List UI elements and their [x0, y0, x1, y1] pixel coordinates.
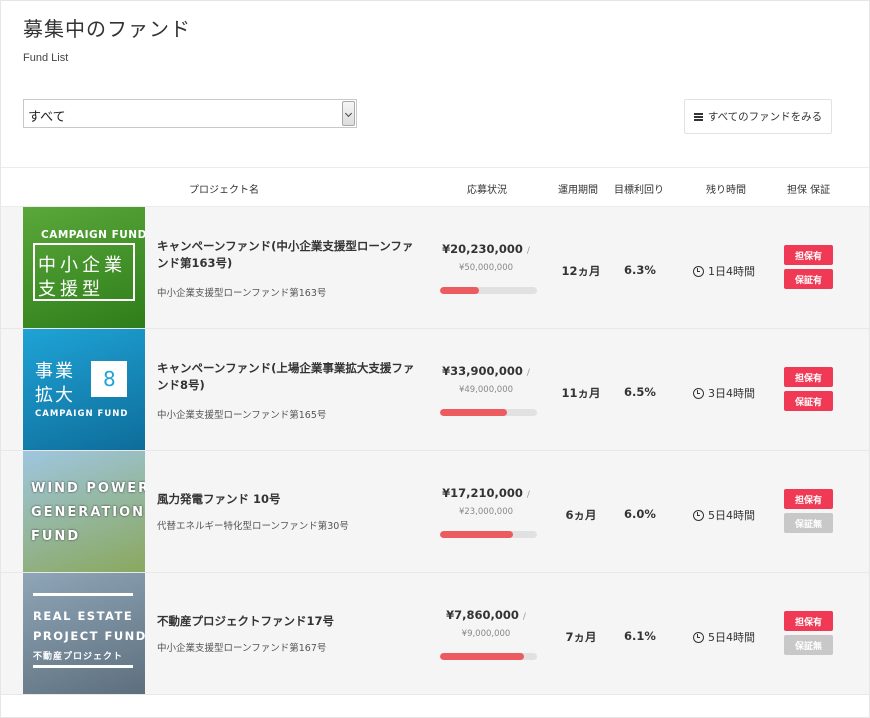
fund-name-link[interactable]: 不動産プロジェクトファンド17号 — [157, 613, 419, 630]
remaining-time-value: 1日4時間 — [708, 265, 755, 278]
list-icon — [693, 112, 703, 121]
remaining-time-value: 3日4時間 — [708, 387, 755, 400]
fund-row[interactable]: WIND POWER GENERATION FUND 風力発電ファンド 10号 代替… — [1, 451, 869, 573]
target-yield: 6.5% — [624, 385, 656, 399]
progress-fill — [440, 653, 525, 660]
thumbnail-rule — [33, 593, 133, 596]
fund-name-link[interactable]: キャンペーンファンド(上場企業事業拡大支援ファンド8号) — [157, 360, 419, 394]
raised-amount-value: ¥20,230,000 — [442, 242, 523, 256]
view-all-funds-label: すべてのファンドをみる — [707, 111, 823, 123]
raised-amount-value: ¥33,900,000 — [442, 364, 523, 378]
progress-fill — [440, 287, 479, 294]
fund-subname: 中小企業支援型ローンファンド第167号 — [157, 643, 327, 654]
collateral-badge: 担保有 — [784, 245, 833, 265]
thumbnail-rule — [33, 665, 133, 668]
thumbnail-text: GENERATION — [31, 505, 145, 520]
raised-amount: ¥20,230,000 / — [431, 242, 541, 256]
thumbnail-text: 拡大 — [35, 385, 75, 406]
header-collateral: 担保 保証 — [787, 185, 831, 196]
remaining-time-value: 5日4時間 — [708, 631, 755, 644]
clock-icon — [693, 387, 704, 399]
fund-subname: 中小企業支援型ローンファンド第165号 — [157, 410, 327, 421]
view-all-funds-button[interactable]: すべてのファンドをみる — [684, 99, 832, 134]
amount-separator: / — [526, 490, 530, 500]
amount-separator: / — [526, 246, 530, 256]
fund-thumbnail[interactable]: WIND POWER GENERATION FUND — [23, 451, 145, 572]
fund-name-link[interactable]: 風力発電ファンド 10号 — [157, 491, 419, 508]
guarantee-badge: 保証無 — [784, 513, 833, 533]
clock-icon — [693, 631, 704, 643]
progress-fill — [440, 531, 513, 538]
target-yield: 6.0% — [624, 507, 656, 521]
target-yield: 6.3% — [624, 263, 656, 277]
table-header: プロジェクト名 応募状況 運用期間 目標利回り 残り時間 担保 保証 — [1, 167, 869, 207]
progress-bar — [440, 653, 537, 660]
header-status: 応募状況 — [467, 185, 507, 196]
amount-separator: / — [522, 612, 526, 622]
filter-selected-value: すべて — [28, 110, 66, 125]
fund-row[interactable]: REAL ESTATE PROJECT FUND 不動産プロジェクト 不動産プロジェ… — [1, 573, 869, 695]
thumbnail-text: PROJECT FUND — [33, 629, 145, 643]
chevron-down-icon[interactable] — [342, 101, 355, 126]
fund-thumbnail[interactable]: CAMPAIGN FUND 中小企業支援型 — [23, 207, 145, 328]
raised-amount-value: ¥7,860,000 — [446, 608, 519, 622]
clock-icon — [693, 509, 704, 521]
thumbnail-text: CAMPAIGN FUND — [41, 229, 145, 241]
fund-subname: 中小企業支援型ローンファンド第163号 — [157, 288, 327, 299]
progress-bar — [440, 409, 537, 416]
thumbnail-text: REAL ESTATE — [33, 609, 134, 623]
header-project: プロジェクト名 — [189, 185, 259, 196]
fund-thumbnail[interactable]: 事業拡大 8 CAMPAIGN FUND — [23, 329, 145, 450]
fund-name-link[interactable]: キャンペーンファンド(中小企業支援型ローンファンド第163号) — [157, 238, 419, 272]
remaining-time: 1日4時間 — [693, 263, 755, 279]
progress-bar — [440, 531, 537, 538]
header-remaining: 残り時間 — [706, 185, 746, 196]
header-rate: 目標利回り — [614, 185, 664, 196]
progress-bar — [440, 287, 537, 294]
remaining-time: 5日4時間 — [693, 629, 755, 645]
raised-amount: ¥7,860,000 / — [431, 608, 541, 622]
fund-thumbnail[interactable]: REAL ESTATE PROJECT FUND 不動産プロジェクト — [23, 573, 145, 694]
amount-separator: / — [526, 368, 530, 378]
clock-icon — [693, 265, 704, 277]
fund-subname: 代替エネルギー特化型ローンファンド第30号 — [157, 521, 349, 532]
fund-list-page: 募集中のファンド Fund List すべて すべてのファンドをみる プロジェク… — [0, 0, 870, 718]
raised-amount: ¥17,210,000 / — [431, 486, 541, 500]
guarantee-badge: 保証有 — [784, 269, 833, 289]
guarantee-badge: 保証有 — [784, 391, 833, 411]
remaining-time: 5日4時間 — [693, 507, 755, 523]
remaining-time: 3日4時間 — [693, 385, 755, 401]
raised-amount-value: ¥17,210,000 — [442, 486, 523, 500]
target-yield: 6.1% — [624, 629, 656, 643]
guarantee-badge: 保証無 — [784, 635, 833, 655]
thumbnail-text: 中小企業 — [38, 255, 126, 276]
page-subtitle: Fund List — [23, 52, 69, 64]
fund-row[interactable]: 事業拡大 8 CAMPAIGN FUND キャンペーンファンド(上場企業事業拡大支援… — [1, 329, 869, 451]
collateral-badge: 担保有 — [784, 367, 833, 387]
collateral-badge: 担保有 — [784, 611, 833, 631]
thumbnail-text: WIND POWER — [31, 481, 145, 496]
fund-row[interactable]: CAMPAIGN FUND 中小企業支援型 キャンペーンファンド(中小企業支援型ロ… — [1, 207, 869, 329]
collateral-badge: 担保有 — [784, 489, 833, 509]
thumbnail-text: CAMPAIGN FUND — [35, 409, 129, 419]
thumbnail-text: 不動産プロジェクト — [33, 652, 124, 662]
raised-amount: ¥33,900,000 / — [431, 364, 541, 378]
thumbnail-text: 8 — [103, 367, 116, 391]
target-amount: ¥9,000,000 — [461, 629, 511, 639]
header-period: 運用期間 — [558, 185, 598, 196]
target-amount: ¥50,000,000 — [458, 263, 514, 273]
thumbnail-text: 支援型 — [38, 279, 104, 300]
category-filter-select[interactable]: すべて — [23, 99, 357, 128]
target-amount: ¥49,000,000 — [458, 385, 514, 395]
target-amount: ¥23,000,000 — [458, 507, 514, 517]
thumbnail-text: FUND — [31, 529, 81, 544]
page-title: 募集中のファンド — [23, 17, 191, 41]
thumbnail-text: 事業 — [35, 361, 75, 382]
remaining-time-value: 5日4時間 — [708, 509, 755, 522]
progress-fill — [440, 409, 507, 416]
